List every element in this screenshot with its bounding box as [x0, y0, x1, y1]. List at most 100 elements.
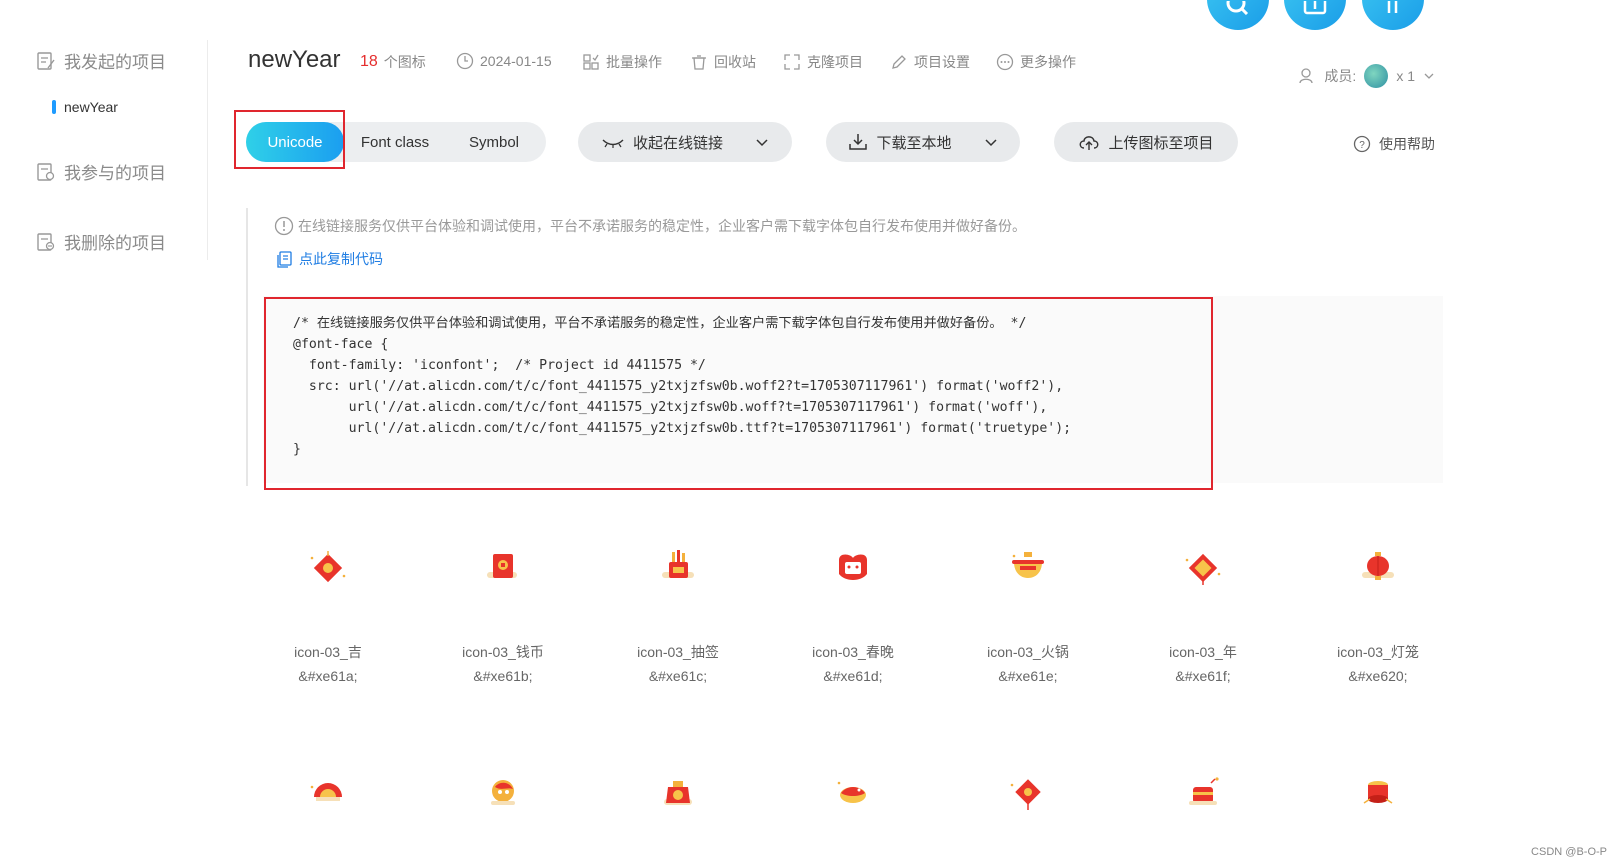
icon-code: &#xe61f; [1175, 668, 1231, 684]
icon-card[interactable] [423, 773, 583, 813]
code-line: src: url('//at.alicdn.com/t/c/font_44115… [293, 379, 1064, 394]
collapse-online-link-button[interactable]: 收起在线链接 [578, 122, 792, 162]
project-settings-label: 项目设置 [914, 54, 970, 70]
project-title: newYear [248, 46, 341, 73]
clock-icon [456, 52, 474, 70]
copy-code-link[interactable]: 点此复制代码 [275, 249, 383, 269]
icon-card[interactable]: icon-03_火锅 &#xe61e; [948, 548, 1108, 684]
upload-to-project-button[interactable]: 上传图标至项目 [1054, 122, 1238, 162]
content-left-border [246, 208, 248, 486]
svg-text:?: ? [1359, 140, 1365, 151]
icon-code: &#xe61b; [473, 668, 533, 684]
icon-code: &#xe61d; [823, 668, 883, 684]
icon-card[interactable] [248, 773, 408, 813]
icon-card[interactable]: icon-03_年 &#xe61f; [1123, 548, 1283, 684]
clone-project-label: 克隆项目 [807, 54, 863, 70]
icon-card[interactable]: icon-03_灯笼 &#xe620; [1298, 548, 1458, 684]
icon-count: 18 个图标 [360, 52, 426, 72]
active-indicator [52, 100, 56, 114]
batch-operation-label: 批量操作 [606, 54, 662, 70]
code-line: font-family: 'iconfont'; /* Project id 4… [293, 358, 706, 373]
tab-unicode[interactable]: Unicode [246, 122, 344, 162]
avatar [1364, 64, 1389, 88]
icon-card[interactable]: icon-03_抽签 &#xe61c; [598, 548, 758, 684]
icon-name: icon-03_吉 [294, 644, 362, 660]
icon-code: &#xe61c; [648, 668, 708, 684]
coin-envelope-icon [481, 548, 525, 588]
icon-card[interactable]: icon-03_钱币 &#xe61b; [423, 548, 583, 684]
add-box-icon [1303, 1, 1327, 15]
info-circle-icon [274, 216, 294, 236]
sidebar-item-label: 我参与的项目 [64, 164, 166, 183]
search-fab-button[interactable] [1207, 0, 1269, 30]
sidebar-item-label: 我删除的项目 [64, 234, 166, 253]
member-label: 成员: [1324, 68, 1357, 84]
icon-name: icon-03_春晚 [812, 644, 894, 660]
batch-operation-button[interactable]: 批量操作 [582, 52, 662, 72]
watermark: CSDN @B-O-P [1531, 846, 1607, 858]
download-local-label: 下载至本地 [876, 134, 952, 152]
project-icon [37, 51, 55, 70]
member-info[interactable]: 成员: x 1 [1298, 64, 1435, 88]
sidebar: 我发起的项目 newYear 我参与的项目 我删除的项目 [0, 40, 208, 260]
chevron-down-icon [756, 139, 768, 147]
icon-card[interactable] [773, 773, 933, 813]
code-line: @font-face { [293, 337, 389, 352]
upload-fab-button[interactable] [1362, 0, 1424, 30]
batch-grid-icon [583, 54, 599, 70]
font-face-code[interactable]: /* 在线链接服务仅供平台体验和调试使用，平台不承诺服务的稳定性，企业客户需下载… [293, 313, 1071, 460]
recycle-bin-button[interactable]: 回收站 [690, 52, 756, 72]
cloud-upload-icon [1080, 136, 1099, 150]
icon-card[interactable] [1298, 773, 1458, 813]
sidebar-item-joined-projects[interactable]: 我参与的项目 [36, 159, 166, 184]
firecracker-icon [1181, 773, 1225, 813]
icon-code: &#xe61a; [298, 668, 358, 684]
download-local-button[interactable]: 下载至本地 [826, 122, 1020, 162]
icon-name: icon-03_钱币 [462, 644, 544, 660]
download-icon [849, 134, 868, 150]
more-actions-button[interactable]: 更多操作 [996, 52, 1076, 72]
more-dots-icon [996, 53, 1014, 71]
icon-name: icon-03_火锅 [987, 644, 1069, 660]
hotpot-icon [1006, 548, 1050, 588]
bag-icon [656, 773, 700, 813]
sidebar-item-label: 我发起的项目 [64, 53, 166, 72]
sidebar-item-deleted-projects[interactable]: 我删除的项目 [36, 229, 166, 254]
sidebar-subitem-newyear[interactable]: newYear [52, 99, 118, 115]
tab-symbol[interactable]: Symbol [446, 122, 542, 162]
add-fab-button[interactable] [1284, 0, 1346, 30]
sidebar-item-my-projects[interactable]: 我发起的项目 [36, 48, 166, 73]
project-date: 2024-01-15 [456, 52, 552, 70]
code-line: /* 在线链接服务仅供平台体验和调试使用，平台不承诺服务的稳定性，企业客户需下载… [293, 316, 1027, 331]
icon-code: &#xe620; [1348, 668, 1408, 684]
question-circle-icon: ? [1353, 135, 1371, 153]
lantern-icon [1356, 548, 1400, 588]
chevron-down-icon [1424, 73, 1434, 79]
recycle-bin-icon [692, 55, 706, 70]
tab-font-class[interactable]: Font class [344, 122, 446, 162]
icon-card[interactable] [1123, 773, 1283, 813]
deleted-project-icon [37, 232, 55, 251]
chevron-down-icon [984, 139, 997, 147]
icon-card[interactable]: icon-03_吉 &#xe61a; [248, 548, 408, 684]
icon-card[interactable] [948, 773, 1108, 813]
icon-code: &#xe61e; [998, 668, 1058, 684]
icon-name: icon-03_抽签 [637, 644, 719, 660]
member-count: x 1 [1396, 68, 1415, 84]
fortune-sticks-icon [656, 548, 700, 588]
help-label: 使用帮助 [1379, 136, 1435, 152]
nian-diamond-icon [1181, 548, 1225, 588]
icon-card[interactable]: icon-03_春晚 &#xe61d; [773, 548, 933, 684]
sort-arrows-icon [1387, 1, 1398, 13]
help-link[interactable]: ? 使用帮助 [1353, 134, 1435, 154]
recycle-bin-label: 回收站 [714, 54, 756, 70]
code-line: url('//at.alicdn.com/t/c/font_4411575_y2… [293, 400, 1048, 415]
diamond-charm-icon [1006, 773, 1050, 813]
icon-card[interactable] [598, 773, 758, 813]
eye-closed-icon [602, 139, 624, 148]
service-notice-text: 在线链接服务仅供平台体验和调试使用，平台不承诺服务的稳定性，企业客户需下载字体包… [298, 218, 1026, 234]
project-settings-button[interactable]: 项目设置 [890, 52, 970, 72]
sidebar-subitem-label: newYear [64, 99, 118, 115]
service-notice: 在线链接服务仅供平台体验和调试使用，平台不承诺服务的稳定性，企业客户需下载字体包… [274, 216, 1026, 236]
clone-project-button[interactable]: 克隆项目 [783, 52, 863, 72]
